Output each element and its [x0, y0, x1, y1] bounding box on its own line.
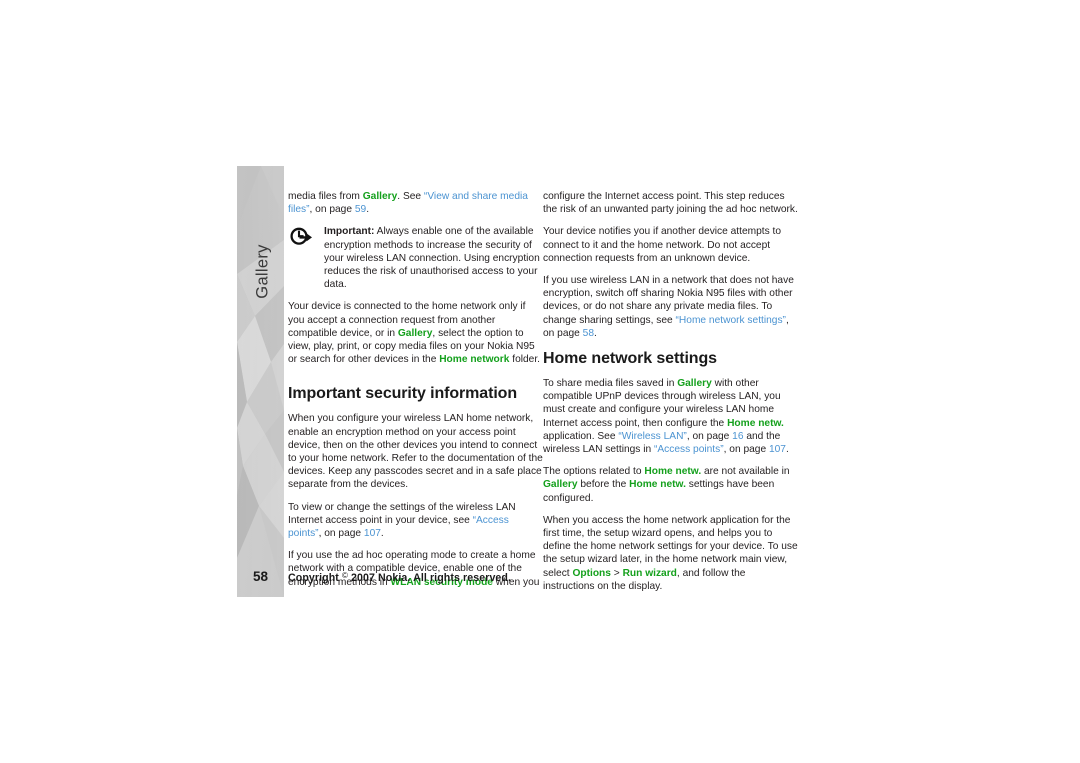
text-run: application. See	[543, 430, 619, 442]
term-gallery: Gallery	[397, 327, 433, 339]
paragraph-setup-wizard: When you access the home network applica…	[543, 514, 798, 593]
paragraph-options-related: The options related to Home netw. are no…	[543, 465, 798, 505]
text-run: >	[610, 567, 623, 579]
text-run: , on page	[723, 444, 769, 456]
copyright-footer: Copyright © 2007 Nokia. All rights reser…	[288, 571, 511, 584]
page-number: 58	[252, 569, 269, 584]
paragraph-no-encryption: If you use wireless LAN in a network tha…	[543, 274, 798, 340]
important-note-icon-glyph	[290, 228, 312, 246]
copyright-symbol: ©	[341, 571, 348, 580]
text-run: .	[785, 444, 789, 456]
text-run: folder.	[509, 354, 540, 366]
term-gallery: Gallery	[543, 479, 578, 491]
text-run: . See	[397, 191, 424, 202]
text-run: before the	[577, 479, 630, 491]
important-note-block: Important: Always enable one of the avai…	[288, 225, 543, 291]
heading-home-network-settings: Home network settings	[543, 350, 717, 368]
copyright-year-owner: 2007 Nokia. All rights reserved.	[351, 572, 512, 584]
page-reference-link[interactable]: 59	[355, 204, 366, 215]
important-note-icon	[290, 227, 314, 247]
important-note-text: Important: Always enable one of the avai…	[324, 225, 543, 291]
term-home-netw: Home netw.	[644, 466, 702, 478]
text-run: , on page	[686, 430, 733, 442]
right-text-column: configure the Internet access point. Thi…	[543, 190, 798, 602]
chapter-tab-sidebar: Gallery 58	[237, 166, 284, 597]
heading-important-security-information: Important security information	[288, 385, 518, 403]
paragraph-view-change-settings: To view or change the settings of the wi…	[288, 501, 543, 541]
text-run: .	[366, 204, 370, 216]
term-home-network: Home network	[439, 354, 510, 366]
text-run: , on page	[309, 204, 355, 216]
left-text-column: media files from Gallery. See “View and …	[288, 190, 543, 598]
term-gallery: Gallery	[362, 191, 398, 202]
term-home-netw: Home netw.	[629, 479, 686, 491]
page-reference-link[interactable]: 58	[583, 328, 594, 339]
text-run: .	[594, 327, 597, 339]
text-run: .	[380, 528, 384, 540]
text-run: media files from	[288, 191, 363, 202]
copyright-text: Copyright	[288, 572, 339, 584]
paragraph-configure-access-point: configure the Internet access point. Thi…	[543, 191, 798, 216]
text-run: are not available in	[701, 466, 790, 478]
term-home-netw: Home netw.	[727, 417, 784, 429]
chapter-tab-label: Gallery	[253, 244, 272, 299]
term-gallery: Gallery	[677, 378, 712, 390]
text-run: , on page	[318, 528, 364, 540]
paragraph-device-connected: Your device is connected to the home net…	[288, 300, 543, 366]
important-note-label: Important:	[324, 226, 375, 238]
page-reference-link[interactable]: 107	[364, 528, 381, 539]
paragraph-share-media-files: To share media files saved in Gallery wi…	[543, 377, 798, 456]
term-run-wizard: Run wizard	[622, 567, 677, 579]
page-reference-link[interactable]: 16	[732, 431, 743, 442]
page-reference-link[interactable]: 107	[769, 444, 786, 455]
cross-reference-link[interactable]: “Access points”	[654, 444, 724, 455]
cross-reference-link[interactable]: “Home network settings”	[676, 315, 786, 326]
text-run: To share media files saved in	[543, 378, 678, 390]
cross-reference-link[interactable]: “Wireless LAN”	[618, 431, 687, 442]
paragraph-media-files: media files from Gallery. See “View and …	[288, 190, 543, 216]
text-run: The options related to	[543, 466, 645, 478]
term-options: Options	[572, 567, 611, 579]
manual-page: Gallery 58 media files from Gallery. See…	[0, 0, 1080, 763]
paragraph-device-notifies: Your device notifies you if another devi…	[543, 226, 782, 264]
paragraph-configure-wlan: When you configure your wireless LAN hom…	[288, 413, 543, 491]
